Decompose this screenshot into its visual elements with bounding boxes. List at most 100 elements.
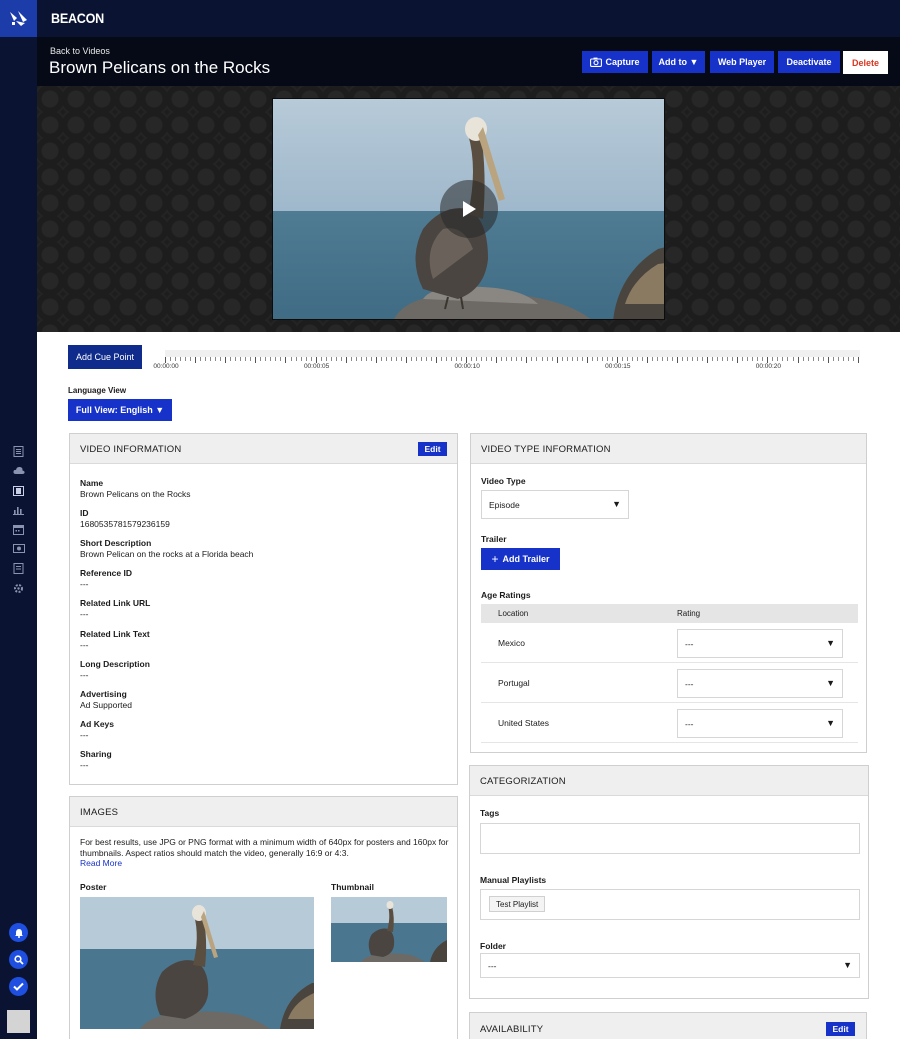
deactivate-button[interactable]: Deactivate <box>778 51 840 73</box>
folder-select[interactable]: --- ▼ <box>480 953 860 978</box>
capture-button[interactable]: Capture <box>582 51 648 73</box>
timeline-major-tick <box>345 357 347 363</box>
language-view-dropdown[interactable]: Full View: English ▼ <box>68 399 172 421</box>
read-more-link[interactable]: Read More <box>80 858 122 868</box>
edit-availability-button[interactable]: Edit <box>826 1022 855 1036</box>
age-rating-value: --- <box>685 638 694 649</box>
rating-column-header: Rating <box>677 609 701 618</box>
timeline-minor-tick <box>667 357 668 361</box>
video-frame[interactable] <box>272 98 665 320</box>
age-rating-select[interactable]: --- ▼ <box>677 709 843 738</box>
location-column-header: Location <box>498 609 529 618</box>
video-player-area <box>37 86 900 332</box>
timeline-minor-tick <box>340 357 342 361</box>
timeline-minor-tick <box>531 357 533 361</box>
calendar-icon[interactable] <box>12 523 25 536</box>
manual-playlists-input[interactable]: Test Playlist <box>480 889 860 920</box>
delete-button[interactable]: Delete <box>843 51 888 74</box>
logo-icon[interactable] <box>0 0 37 37</box>
film-icon[interactable] <box>12 484 25 497</box>
list-icon[interactable] <box>12 562 25 575</box>
timeline-minor-tick <box>576 357 578 361</box>
info-field: ID 1680535781579236159 <box>80 508 170 530</box>
info-field-value: 1680535781579236159 <box>80 519 170 529</box>
money-icon[interactable] <box>12 542 25 555</box>
timeline-minor-tick <box>220 357 222 361</box>
timeline-minor-tick <box>310 357 312 361</box>
video-information-title: VIDEO INFORMATION <box>80 444 182 455</box>
timeline-minor-tick <box>190 357 192 361</box>
timeline-tick-label: 00:00:10 <box>454 363 480 370</box>
timeline-minor-tick <box>335 357 337 361</box>
add-cue-point-button[interactable]: Add Cue Point <box>68 345 142 369</box>
age-rating-row: Mexico --- ▼ <box>481 623 858 663</box>
timeline-minor-tick <box>385 357 387 361</box>
info-field: Related Link URL --- <box>80 598 150 620</box>
timeline-minor-tick <box>426 357 428 361</box>
page-title: Brown Pelicans on the Rocks <box>49 58 271 77</box>
analytics-icon[interactable] <box>12 503 25 516</box>
age-ratings-label: Age Ratings <box>481 590 531 600</box>
video-type-panel: VIDEO TYPE INFORMATION Video Type Episod… <box>470 433 867 753</box>
gear-icon[interactable] <box>12 582 25 595</box>
timeline-minor-tick <box>170 357 172 361</box>
tags-input[interactable] <box>480 823 860 854</box>
cue-timeline[interactable]: 00:00:00 00:00:05 00:00:10 00:00:15 00:00:20 <box>153 350 860 372</box>
timeline-minor-tick <box>200 357 202 361</box>
timeline-major-tick <box>707 357 709 363</box>
search-icon[interactable] <box>9 950 28 969</box>
timeline-minor-tick <box>180 357 182 361</box>
edit-video-information-button[interactable]: Edit <box>418 442 447 456</box>
timeline-minor-tick <box>421 357 423 361</box>
timeline-minor-tick <box>215 357 217 361</box>
age-rating-value: --- <box>685 718 694 729</box>
video-type-label: Video Type <box>481 476 526 486</box>
web-player-button[interactable]: Web Player <box>710 51 774 73</box>
timeline-minor-tick <box>777 357 779 361</box>
checkmark-icon[interactable] <box>9 977 28 996</box>
add-to-button[interactable]: Add to ▼ <box>652 51 705 73</box>
add-trailer-button[interactable]: + Add Trailer <box>481 548 560 570</box>
timeline-minor-tick <box>270 357 272 361</box>
age-rating-row: United States --- ▼ <box>481 703 858 743</box>
timeline-minor-tick <box>410 357 412 361</box>
timeline-minor-tick <box>245 357 247 361</box>
timeline-minor-tick <box>210 357 212 361</box>
timeline-minor-tick <box>441 357 443 361</box>
timeline-minor-tick <box>631 357 633 361</box>
images-panel: IMAGES For best results, use JPG or PNG … <box>69 796 458 1039</box>
age-rating-select[interactable]: --- ▼ <box>677 669 843 698</box>
timeline-minor-tick <box>822 357 824 361</box>
timeline-minor-tick <box>687 357 689 361</box>
timeline-track[interactable] <box>165 350 860 357</box>
avatar[interactable] <box>7 1010 30 1033</box>
categorization-header: CATEGORIZATION <box>470 766 868 796</box>
timeline-minor-tick <box>175 357 177 361</box>
timeline-minor-tick <box>265 357 267 361</box>
timeline-minor-tick <box>360 357 362 361</box>
thumbnail-image[interactable] <box>331 897 447 962</box>
timeline-minor-tick <box>847 357 849 361</box>
video-type-select[interactable]: Episode ▼ <box>481 490 629 519</box>
age-rating-select[interactable]: --- ▼ <box>677 629 843 658</box>
timeline-minor-tick <box>601 357 603 361</box>
timeline-minor-tick <box>812 357 814 361</box>
bell-icon[interactable] <box>9 923 28 942</box>
cloud-icon[interactable] <box>12 464 25 477</box>
poster-image[interactable] <box>80 897 314 1029</box>
back-to-videos-link[interactable]: Back to Videos <box>50 46 110 56</box>
trailer-label: Trailer <box>481 534 507 544</box>
timeline-minor-tick <box>762 357 764 361</box>
manual-playlists-label: Manual Playlists <box>480 875 547 885</box>
play-button[interactable] <box>439 180 498 238</box>
document-icon[interactable] <box>12 445 25 458</box>
playlist-chip[interactable]: Test Playlist <box>489 896 546 912</box>
camera-icon <box>590 57 603 67</box>
timeline-minor-tick <box>280 357 282 361</box>
info-field-label: Related Link URL <box>80 598 151 608</box>
tags-label: Tags <box>480 808 500 818</box>
timeline-minor-tick <box>320 357 322 361</box>
timeline-minor-tick <box>702 357 704 361</box>
info-field-label: Short Description <box>80 538 152 548</box>
timeline-tick-label: 00:00:00 <box>153 363 179 370</box>
